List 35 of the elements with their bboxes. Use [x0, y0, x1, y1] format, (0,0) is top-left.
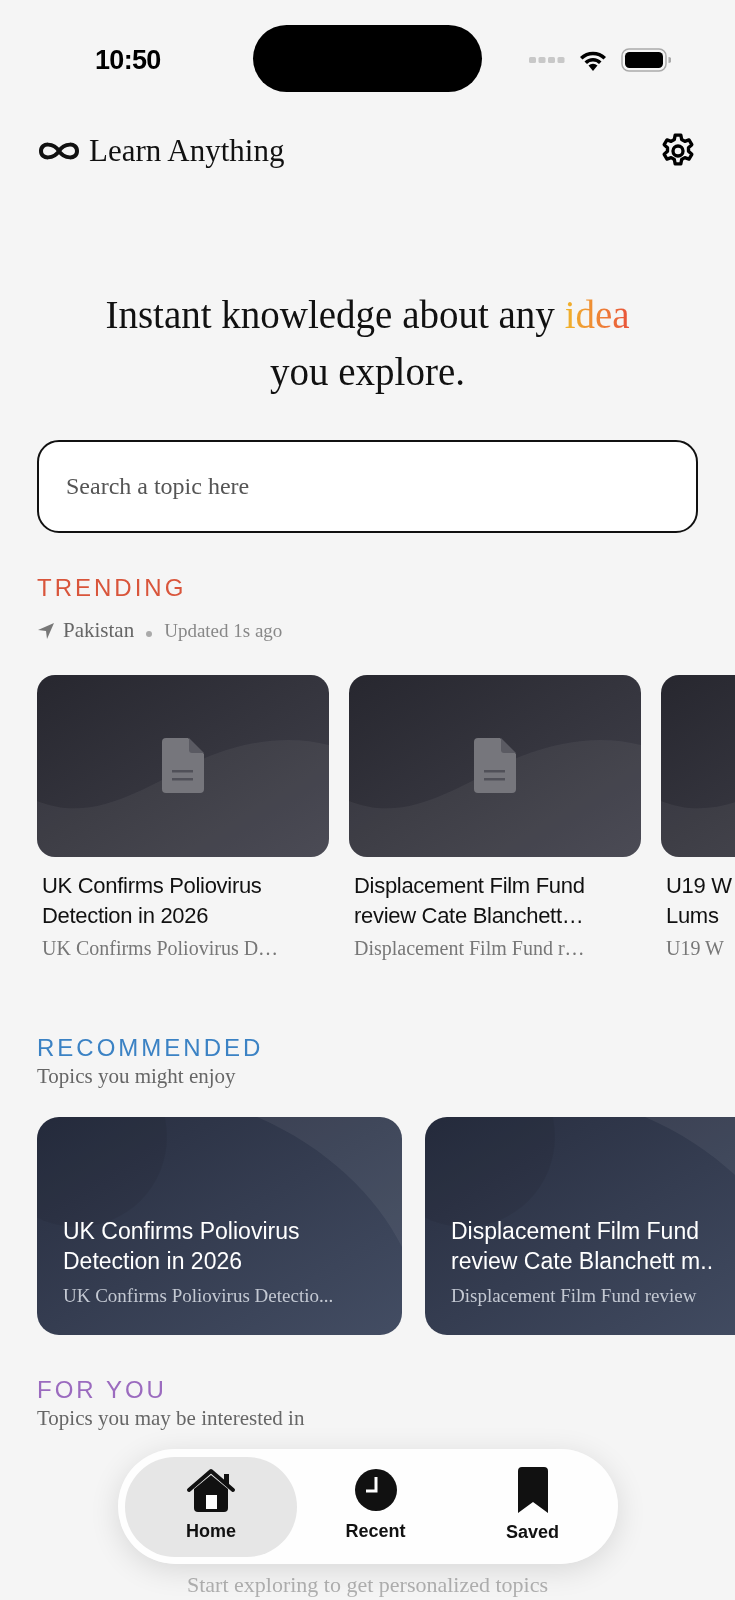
section-subtitle: Topics you may be interested in: [37, 1404, 306, 1431]
app-title: Learn Anything: [89, 131, 285, 170]
card-title: Displacement Film Fund review Cate Blanchett m..: [451, 1217, 715, 1276]
document-icon: [474, 737, 516, 793]
tab-button[interactable]: Home: [125, 1456, 297, 1557]
home-icon: [186, 1468, 236, 1512]
search-field[interactable]: Search a topic here: [37, 440, 698, 533]
hero-heading: Instant knowledge about any idea you explore.: [104, 292, 631, 396]
section-heading: FOR YOU: [37, 1374, 168, 1405]
location-label: Pakistan: [63, 617, 135, 644]
document-icon: [162, 737, 204, 793]
card-title: U19 W Lums: [665, 871, 733, 930]
section-heading: TRENDING: [37, 573, 188, 603]
card-subtitle: Displacement Film Fund r…: [353, 935, 586, 962]
card-subtitle: U19 W: [665, 935, 725, 961]
card-subtitle: UK Confirms Poliovirus D…: [41, 935, 280, 961]
tab-button[interactable]: Recent: [297, 1456, 454, 1557]
infinity-icon: [37, 140, 81, 162]
card-title: UK Confirms Poliovirus Detection in 2026: [63, 1217, 301, 1276]
card-subtitle: Displacement Film Fund review: [451, 1284, 698, 1308]
section-subtitle: Topics you might enjoy: [37, 1062, 237, 1089]
card-title: UK Confirms Poliovirus Detection in 2026: [41, 871, 263, 930]
card-subtitle: UK Confirms Poliovirus Detectio...: [63, 1284, 335, 1308]
clock-icon: [353, 1468, 398, 1512]
update-time: Updated 1s ago: [164, 618, 283, 643]
location-arrow-icon: [37, 621, 55, 640]
bookmark-icon: [517, 1467, 548, 1513]
section-heading: RECOMMENDED: [37, 1032, 265, 1063]
battery-icon: [621, 48, 671, 72]
card-title: Displacement Film Fund review Cate Blanchett…: [353, 871, 586, 930]
empty-state-text: Start exploring to get personalized topics: [185, 1571, 550, 1599]
signal-icon: [529, 56, 565, 64]
wifi-icon: [579, 49, 607, 71]
tab-button[interactable]: Saved: [454, 1456, 611, 1557]
status-time: 10:50: [95, 43, 161, 77]
